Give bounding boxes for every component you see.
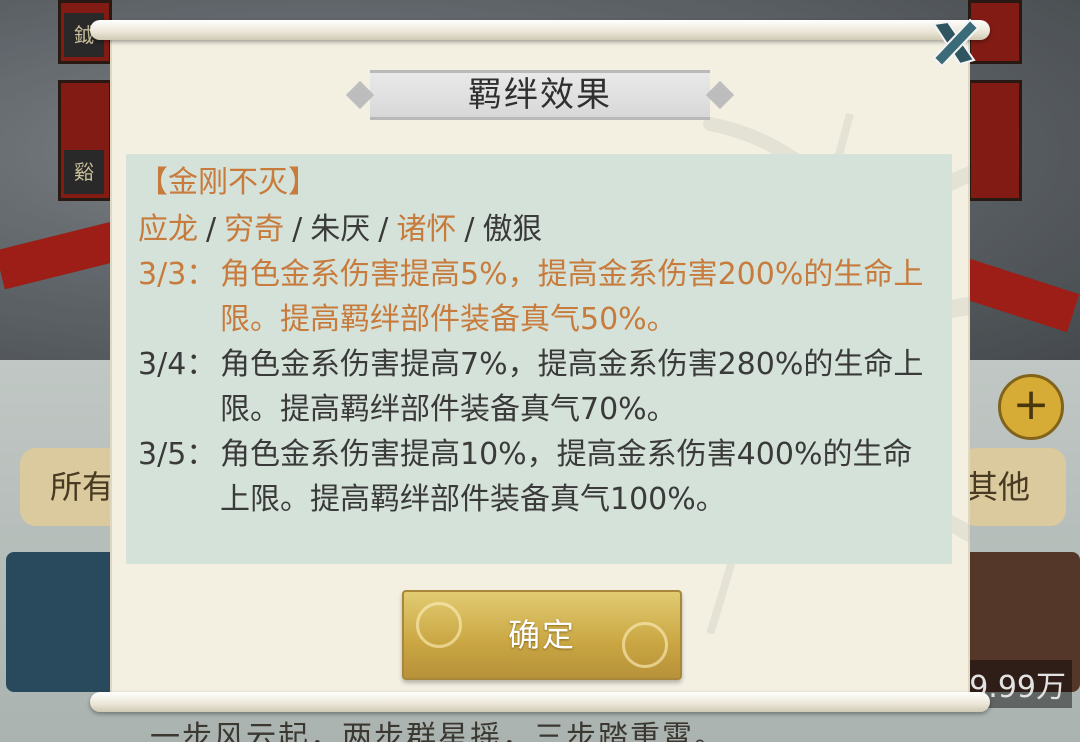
- bond-member: 应龙: [138, 212, 198, 247]
- bond-member: 诸怀: [396, 212, 457, 247]
- bond-member-list: 应龙 / 穷奇 / 朱厌 / 诸怀 / 傲狠: [138, 208, 940, 252]
- member-separator: /: [292, 212, 303, 247]
- member-separator: /: [464, 212, 475, 247]
- bond-effect-dialog: 羁绊效果 【金刚不灭】 应龙 / 穷奇 / 朱厌 / 诸怀 / 傲狠 3/3： 角色金系伤害提高…: [110, 34, 970, 704]
- confirm-button-label: 确定: [507, 616, 576, 654]
- bond-set-name: 【金刚不灭】: [138, 165, 318, 200]
- effect-description: 角色金系伤害提高5%，提高金系伤害200%的生命上限。提高羁绊部件装备真气50%…: [220, 257, 924, 337]
- bond-effect-content: 【金刚不灭】 应龙 / 穷奇 / 朱厌 / 诸怀 / 傲狠 3/3： 角色金系伤害提高5%，提高…: [126, 154, 952, 564]
- effect-tier-label: 3/5：: [138, 437, 217, 472]
- member-separator: /: [378, 212, 389, 247]
- confirm-button[interactable]: 确定: [402, 590, 682, 680]
- effect-description: 角色金系伤害提高7%，提高金系伤害280%的生命上限。提高羁绊部件装备真气70%…: [220, 347, 924, 427]
- effect-tier-label: 3/4：: [138, 347, 217, 382]
- member-separator: /: [206, 212, 217, 247]
- dialog-title: 羁绊效果: [468, 75, 612, 115]
- bond-member: 穷奇: [224, 212, 285, 247]
- bond-effect-tier: 3/5： 角色金系伤害提高10%，提高金系伤害400%的生命上限。提高羁绊部件装…: [138, 432, 940, 522]
- close-x-icon: [932, 18, 980, 68]
- effect-description: 角色金系伤害提高10%，提高金系伤害400%的生命上限。提高羁绊部件装备真气10…: [220, 437, 913, 517]
- bond-member: 朱厌: [310, 212, 371, 247]
- close-button[interactable]: [926, 14, 982, 70]
- bond-member: 傲狠: [482, 212, 543, 247]
- scroll-rod-top: [90, 20, 990, 40]
- dialog-title-banner: 羁绊效果: [345, 66, 735, 124]
- effect-tier-label: 3/3：: [138, 257, 217, 292]
- bond-effect-tier: 3/3： 角色金系伤害提高5%，提高金系伤害200%的生命上限。提高羁绊部件装备…: [138, 252, 940, 342]
- scroll-rod-bottom: [90, 692, 990, 712]
- bond-effect-tier: 3/4： 角色金系伤害提高7%，提高金系伤害280%的生命上限。提高羁绊部件装备…: [138, 342, 940, 432]
